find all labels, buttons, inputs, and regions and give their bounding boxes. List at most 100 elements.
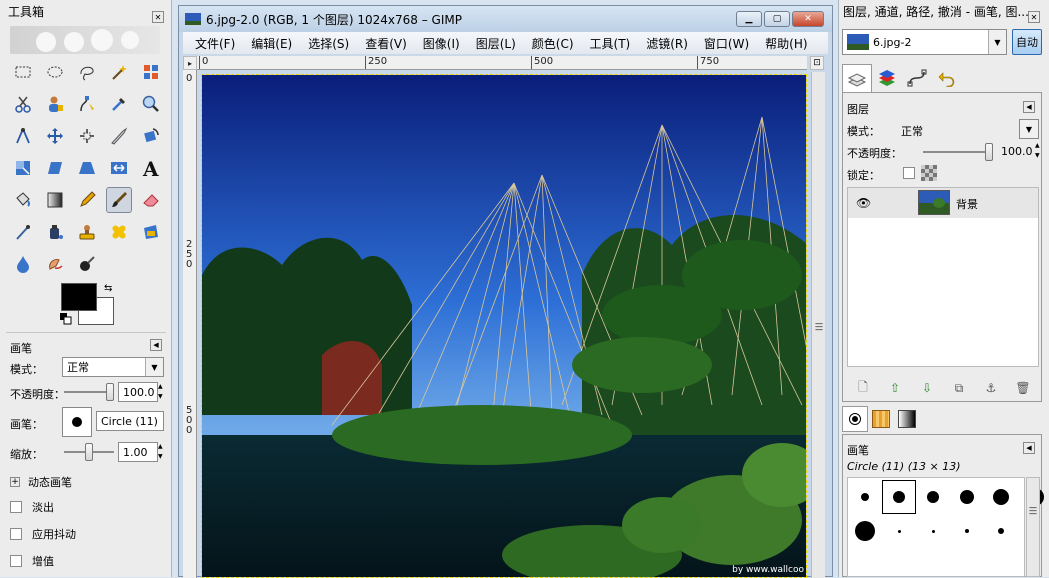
new-layer-icon[interactable]: 🗋 bbox=[852, 379, 874, 397]
scale-tool[interactable] bbox=[10, 155, 36, 181]
tab-patterns[interactable] bbox=[868, 406, 894, 432]
clone-tool[interactable] bbox=[74, 219, 100, 245]
blur-tool[interactable] bbox=[10, 251, 36, 277]
pencil-tool[interactable] bbox=[74, 187, 100, 213]
close-button[interactable]: ✕ bbox=[792, 11, 824, 27]
menu-item-4[interactable]: 图像(I) bbox=[415, 35, 468, 52]
lower-layer-icon[interactable]: ⇩ bbox=[916, 379, 938, 397]
heal-tool[interactable] bbox=[106, 219, 132, 245]
close-icon[interactable]: ✕ bbox=[152, 11, 164, 23]
scale-slider[interactable] bbox=[64, 443, 114, 461]
vertical-scrollbar[interactable]: — — — bbox=[811, 72, 825, 578]
layer-mode-value[interactable]: 正常 bbox=[901, 123, 923, 139]
mode-select[interactable]: 正常 ▼ bbox=[62, 357, 164, 377]
brush-sample[interactable] bbox=[950, 514, 984, 548]
menu-item-2[interactable]: 选择(S) bbox=[300, 35, 357, 52]
brush-name-field[interactable]: Circle (11) bbox=[96, 411, 164, 431]
layer-opacity-spin-arrows-icon[interactable]: ▲ ▼ bbox=[1035, 141, 1042, 161]
duplicate-layer-icon[interactable]: ⧉ bbox=[948, 379, 970, 397]
brush-sample[interactable] bbox=[916, 480, 950, 514]
brush-sample[interactable] bbox=[848, 480, 882, 514]
maximize-button[interactable]: ▢ bbox=[764, 11, 790, 27]
ellipse-select-tool[interactable] bbox=[42, 59, 68, 85]
reset-colors-icon[interactable] bbox=[60, 313, 72, 325]
close-icon[interactable]: ✕ bbox=[1028, 11, 1040, 23]
tab-undo-history[interactable] bbox=[932, 64, 962, 92]
menu-item-7[interactable]: 工具(T) bbox=[582, 35, 639, 52]
lock-pixels-checkbox[interactable] bbox=[903, 167, 915, 179]
incremental-checkbox[interactable] bbox=[10, 555, 22, 567]
jitter-option[interactable]: 应用抖动 bbox=[10, 526, 76, 542]
menu-item-0[interactable]: 文件(F) bbox=[187, 35, 243, 52]
incremental-option[interactable]: 增值 bbox=[10, 553, 54, 569]
jitter-checkbox[interactable] bbox=[10, 528, 22, 540]
brush-grid-scrollbar[interactable]: — — — bbox=[1026, 477, 1040, 577]
anchor-layer-icon[interactable]: ⚓ bbox=[980, 379, 1002, 397]
menu-item-10[interactable]: 帮助(H) bbox=[757, 35, 815, 52]
menu-item-3[interactable]: 查看(V) bbox=[357, 35, 415, 52]
free-select-tool[interactable] bbox=[74, 59, 100, 85]
menu-item-6[interactable]: 颜色(C) bbox=[524, 35, 582, 52]
select-by-color-tool[interactable] bbox=[138, 59, 164, 85]
paths-tool[interactable] bbox=[74, 91, 100, 117]
scissors-select-tool[interactable] bbox=[10, 91, 36, 117]
foreground-color-swatch[interactable] bbox=[61, 283, 97, 311]
perspective-clone-tool[interactable] bbox=[138, 219, 164, 245]
brush-sample[interactable] bbox=[848, 514, 882, 548]
lock-alpha-checker-icon[interactable] bbox=[921, 165, 937, 181]
paintbrush-tool[interactable] bbox=[106, 187, 132, 213]
tab-menu-icon[interactable]: ◀ bbox=[150, 339, 162, 351]
tab-gradients[interactable] bbox=[894, 406, 920, 432]
smudge-tool[interactable] bbox=[42, 251, 68, 277]
scale-spin-arrows-icon[interactable]: ▲ ▼ bbox=[158, 442, 165, 462]
auto-button[interactable]: 自动 bbox=[1012, 29, 1042, 55]
layer-opacity-slider[interactable] bbox=[923, 143, 993, 161]
airbrush-tool[interactable] bbox=[10, 219, 36, 245]
brush-sample[interactable] bbox=[984, 480, 1018, 514]
perspective-tool[interactable] bbox=[74, 155, 100, 181]
color-picker-tool[interactable] bbox=[106, 91, 132, 117]
tab-paths[interactable] bbox=[902, 64, 932, 92]
menu-item-5[interactable]: 图层(L) bbox=[468, 35, 524, 52]
horizontal-ruler[interactable]: 0 250 500 750 bbox=[197, 56, 807, 70]
opacity-spinbox[interactable]: 100.0 bbox=[118, 382, 158, 402]
tab-menu-icon[interactable]: ◀ bbox=[1023, 101, 1035, 113]
shear-tool[interactable] bbox=[42, 155, 68, 181]
opacity-spin-arrows-icon[interactable]: ▲ ▼ bbox=[158, 382, 165, 402]
opacity-slider-knob[interactable] bbox=[106, 383, 114, 401]
brush-sample[interactable] bbox=[916, 514, 950, 548]
raise-layer-icon[interactable]: ⇧ bbox=[884, 379, 906, 397]
layer-opacity-value[interactable]: 100.0 bbox=[1001, 145, 1033, 158]
swap-colors-icon[interactable]: ⇆ bbox=[104, 283, 116, 295]
zoom-navigate-icon[interactable]: ⊡ bbox=[810, 56, 824, 70]
vertical-ruler[interactable]: 0 250 500 bbox=[183, 70, 197, 578]
ink-tool[interactable] bbox=[42, 219, 68, 245]
fade-checkbox[interactable] bbox=[10, 501, 22, 513]
brush-sample[interactable] bbox=[882, 514, 916, 548]
chevron-down-icon[interactable]: ▼ bbox=[1019, 119, 1039, 139]
scale-spinbox[interactable]: 1.00 bbox=[118, 442, 158, 462]
blend-tool[interactable] bbox=[42, 187, 68, 213]
text-tool[interactable]: A bbox=[138, 155, 164, 181]
tab-channels[interactable] bbox=[872, 64, 902, 92]
rect-select-tool[interactable] bbox=[10, 59, 36, 85]
brush-preview-button[interactable] bbox=[62, 407, 92, 437]
measure-tool[interactable] bbox=[10, 123, 36, 149]
layer-row-background[interactable]: 👁 背景 bbox=[848, 188, 1038, 218]
flip-tool[interactable] bbox=[106, 155, 132, 181]
bucket-fill-tool[interactable] bbox=[10, 187, 36, 213]
rotate-tool[interactable] bbox=[138, 123, 164, 149]
brush-sample[interactable] bbox=[882, 480, 916, 514]
minimize-button[interactable]: ▁ bbox=[736, 11, 762, 27]
delete-layer-icon[interactable]: 🗑 bbox=[1012, 379, 1034, 397]
opacity-slider[interactable] bbox=[64, 383, 114, 401]
move-tool[interactable] bbox=[42, 123, 68, 149]
fuzzy-select-tool[interactable] bbox=[106, 59, 132, 85]
crop-tool[interactable] bbox=[106, 123, 132, 149]
menu-item-9[interactable]: 窗口(W) bbox=[696, 35, 757, 52]
image-selector[interactable]: 6.jpg-2 ▼ bbox=[842, 29, 1007, 55]
zoom-tool[interactable] bbox=[138, 91, 164, 117]
dodge-burn-tool[interactable] bbox=[74, 251, 100, 277]
fade-option[interactable]: 淡出 bbox=[10, 499, 54, 515]
menu-item-1[interactable]: 编辑(E) bbox=[243, 35, 300, 52]
